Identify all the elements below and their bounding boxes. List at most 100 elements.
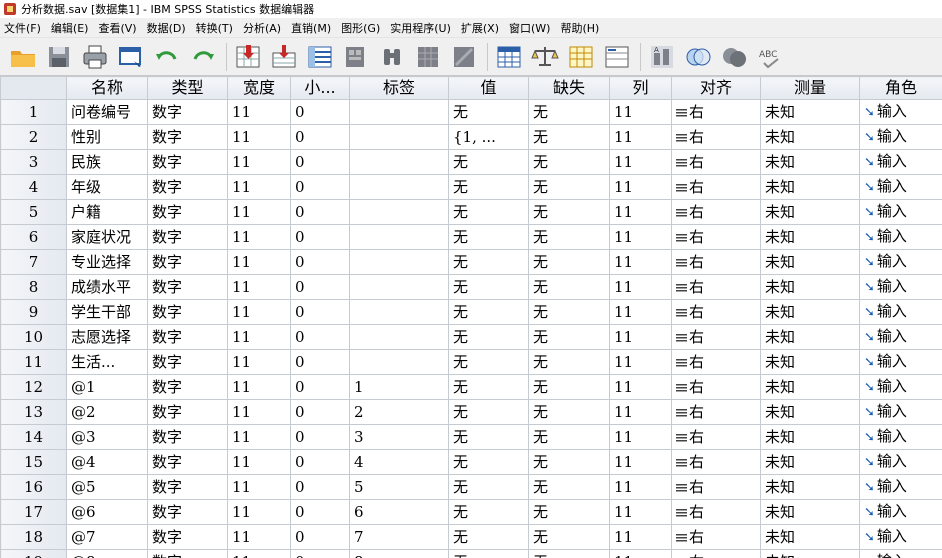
cell-missing[interactable]: 无	[528, 199, 610, 225]
value-labels-icon[interactable]	[602, 42, 632, 72]
cell-name[interactable]: @7	[66, 524, 148, 550]
cell-name[interactable]: 生活...	[66, 349, 148, 375]
cell-name[interactable]: 家庭状况	[66, 224, 148, 250]
row-number[interactable]: 18	[0, 524, 67, 550]
col-header-label[interactable]: 标签	[349, 76, 449, 100]
cell-align[interactable]: 右	[671, 449, 761, 475]
cell-values[interactable]: 无	[448, 424, 529, 450]
cell-name[interactable]: 民族	[66, 149, 148, 175]
cell-label[interactable]	[349, 199, 449, 225]
cell-decimals[interactable]: 0	[290, 274, 350, 300]
cell-type[interactable]: 数字	[147, 249, 228, 275]
cell-width[interactable]: 11	[227, 349, 291, 375]
cell-decimals[interactable]: 0	[290, 424, 350, 450]
cell-measure[interactable]: 未知	[760, 149, 860, 175]
run-descriptives-icon[interactable]	[341, 42, 371, 72]
cell-label[interactable]: 4	[349, 449, 449, 475]
cell-name[interactable]: 问卷编号	[66, 99, 148, 125]
dialog-recall-icon[interactable]	[116, 42, 146, 72]
cell-measure[interactable]: 未知	[760, 299, 860, 325]
cell-values[interactable]: 无	[448, 399, 529, 425]
cell-columns[interactable]: 11	[609, 299, 672, 325]
menu-analyze[interactable]: 分析(A)	[241, 20, 289, 36]
print-icon[interactable]	[80, 42, 110, 72]
cell-decimals[interactable]: 0	[290, 124, 350, 150]
cell-values[interactable]: 无	[448, 374, 529, 400]
col-header-columns[interactable]: 列	[609, 76, 672, 100]
cell-measure[interactable]: 未知	[760, 374, 860, 400]
menu-direct-marketing[interactable]: 直销(M)	[289, 20, 339, 36]
cell-type[interactable]: 数字	[147, 349, 228, 375]
spell-check-icon[interactable]: ABC	[755, 42, 785, 72]
goto-case-icon[interactable]	[233, 42, 263, 72]
row-number[interactable]: 12	[0, 374, 67, 400]
cell-align[interactable]: 右	[671, 249, 761, 275]
cell-missing[interactable]: 无	[528, 424, 610, 450]
cell-measure[interactable]: 未知	[760, 424, 860, 450]
cell-type[interactable]: 数字	[147, 374, 228, 400]
cell-columns[interactable]: 11	[609, 174, 672, 200]
cell-columns[interactable]: 11	[609, 99, 672, 125]
cell-values[interactable]: 无	[448, 524, 529, 550]
cell-columns[interactable]: 11	[609, 374, 672, 400]
cell-missing[interactable]: 无	[528, 399, 610, 425]
col-header-missing[interactable]: 缺失	[528, 76, 610, 100]
cell-measure[interactable]: 未知	[760, 499, 860, 525]
cell-values[interactable]: 无	[448, 299, 529, 325]
cell-width[interactable]: 11	[227, 399, 291, 425]
cell-missing[interactable]: 无	[528, 374, 610, 400]
select-cases-icon[interactable]	[566, 42, 596, 72]
cell-missing[interactable]: 无	[528, 449, 610, 475]
corner-cell[interactable]	[0, 76, 67, 100]
menu-file[interactable]: 文件(F)	[2, 20, 49, 36]
cell-align[interactable]: 右	[671, 524, 761, 550]
row-number[interactable]: 15	[0, 449, 67, 475]
cell-columns[interactable]: 11	[609, 549, 672, 558]
cell-missing[interactable]: 无	[528, 174, 610, 200]
cell-type[interactable]: 数字	[147, 299, 228, 325]
cell-missing[interactable]: 无	[528, 124, 610, 150]
cell-role[interactable]: ➘输入	[859, 99, 942, 125]
cell-align[interactable]: 右	[671, 299, 761, 325]
cell-decimals[interactable]: 0	[290, 199, 350, 225]
goto-variable-icon[interactable]	[269, 42, 299, 72]
cell-width[interactable]: 11	[227, 199, 291, 225]
col-header-type[interactable]: 类型	[147, 76, 228, 100]
cell-label[interactable]	[349, 224, 449, 250]
insert-variable-icon[interactable]	[449, 42, 479, 72]
cell-type[interactable]: 数字	[147, 149, 228, 175]
cell-values[interactable]: {1, ...	[448, 124, 529, 150]
cell-columns[interactable]: 11	[609, 349, 672, 375]
cell-type[interactable]: 数字	[147, 449, 228, 475]
cell-align[interactable]: 右	[671, 349, 761, 375]
cell-width[interactable]: 11	[227, 374, 291, 400]
open-folder-icon[interactable]	[8, 42, 38, 72]
show-all-variables-icon[interactable]	[683, 42, 713, 72]
cell-missing[interactable]: 无	[528, 299, 610, 325]
cell-role[interactable]: ➘输入	[859, 474, 942, 500]
cell-missing[interactable]: 无	[528, 549, 610, 558]
cell-role[interactable]: ➘输入	[859, 299, 942, 325]
split-file-icon[interactable]	[494, 42, 524, 72]
cell-width[interactable]: 11	[227, 299, 291, 325]
cell-measure[interactable]: 未知	[760, 399, 860, 425]
cell-width[interactable]: 11	[227, 524, 291, 550]
cell-label[interactable]	[349, 324, 449, 350]
cell-role[interactable]: ➘输入	[859, 349, 942, 375]
cell-width[interactable]: 11	[227, 224, 291, 250]
cell-decimals[interactable]: 0	[290, 249, 350, 275]
cell-name[interactable]: 志愿选择	[66, 324, 148, 350]
cell-type[interactable]: 数字	[147, 549, 228, 558]
cell-role[interactable]: ➘输入	[859, 424, 942, 450]
cell-missing[interactable]: 无	[528, 524, 610, 550]
cell-values[interactable]: 无	[448, 449, 529, 475]
cell-decimals[interactable]: 0	[290, 524, 350, 550]
cell-decimals[interactable]: 0	[290, 374, 350, 400]
cell-align[interactable]: 右	[671, 199, 761, 225]
cell-measure[interactable]: 未知	[760, 249, 860, 275]
cell-label[interactable]	[349, 99, 449, 125]
cell-align[interactable]: 右	[671, 274, 761, 300]
cell-width[interactable]: 11	[227, 449, 291, 475]
cell-role[interactable]: ➘输入	[859, 149, 942, 175]
find-icon[interactable]	[377, 42, 407, 72]
